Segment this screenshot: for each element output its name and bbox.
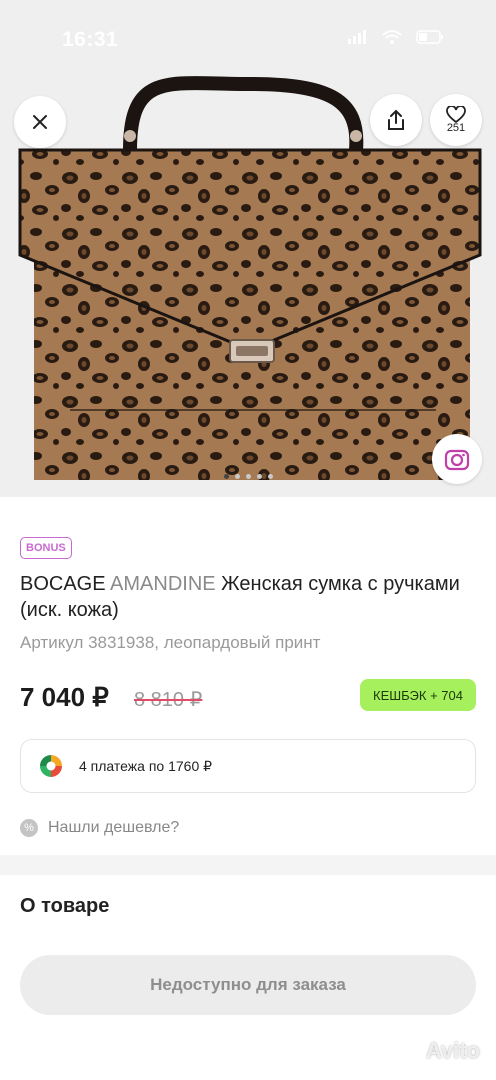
installments-text: 4 платежа по 1760 ₽ xyxy=(79,757,213,774)
product-model: AMANDINE xyxy=(110,573,216,595)
avito-logo-icon xyxy=(400,1043,420,1060)
current-price: 7 040 ₽ xyxy=(20,682,109,712)
product-title: BOCAGE AMANDINE Женская сумка с ручками … xyxy=(20,571,470,623)
close-icon xyxy=(33,115,47,129)
product-photo-gallery[interactable]: 16:31 251 xyxy=(0,0,496,497)
percent-icon: % xyxy=(20,819,38,837)
share-icon xyxy=(388,109,404,130)
pagination-dot xyxy=(245,474,251,479)
pagination-dot xyxy=(234,474,240,479)
favorite-button[interactable]: 251 xyxy=(430,94,482,146)
bonus-badge: BONUS xyxy=(20,537,72,559)
installments-banner[interactable]: 4 платежа по 1760 ₽ xyxy=(20,739,476,793)
installments-icon xyxy=(40,755,62,777)
old-price: 8 810 ₽ xyxy=(134,689,203,711)
pagination-dot xyxy=(223,474,229,479)
watermark-text: Avito xyxy=(425,1038,480,1063)
share-button[interactable] xyxy=(370,94,422,146)
found-cheaper-text: Нашли дешевле? xyxy=(48,819,180,836)
found-cheaper-link[interactable]: % Нашли дешевле? xyxy=(20,819,179,837)
status-bar: 16:31 xyxy=(0,28,496,52)
pagination-dot xyxy=(267,474,273,479)
close-button[interactable] xyxy=(14,96,66,148)
cellular-signal-icon xyxy=(348,30,366,44)
about-title: О товаре xyxy=(20,895,110,917)
cashback-badge[interactable]: КЕШБЭК + 704 xyxy=(360,679,476,711)
pagination-dot xyxy=(256,474,262,479)
product-sku: Артикул 3831938, леопардовый принт xyxy=(20,633,321,652)
photo-pagination xyxy=(0,474,496,479)
battery-icon xyxy=(416,30,443,44)
about-section: О товаре Недоступно для заказа Avito xyxy=(0,875,496,1080)
product-brand: BOCAGE xyxy=(20,573,106,595)
product-info-card: BONUS BOCAGE AMANDINE Женская сумка с ру… xyxy=(0,497,496,855)
status-time: 16:31 xyxy=(62,28,119,51)
product-photo xyxy=(0,0,496,497)
wifi-icon xyxy=(382,30,402,44)
favorites-count: 251 xyxy=(446,122,466,134)
avito-watermark: Avito xyxy=(398,1038,480,1064)
camera-icon xyxy=(444,449,470,471)
order-unavailable-button[interactable]: Недоступно для заказа xyxy=(20,955,476,1015)
